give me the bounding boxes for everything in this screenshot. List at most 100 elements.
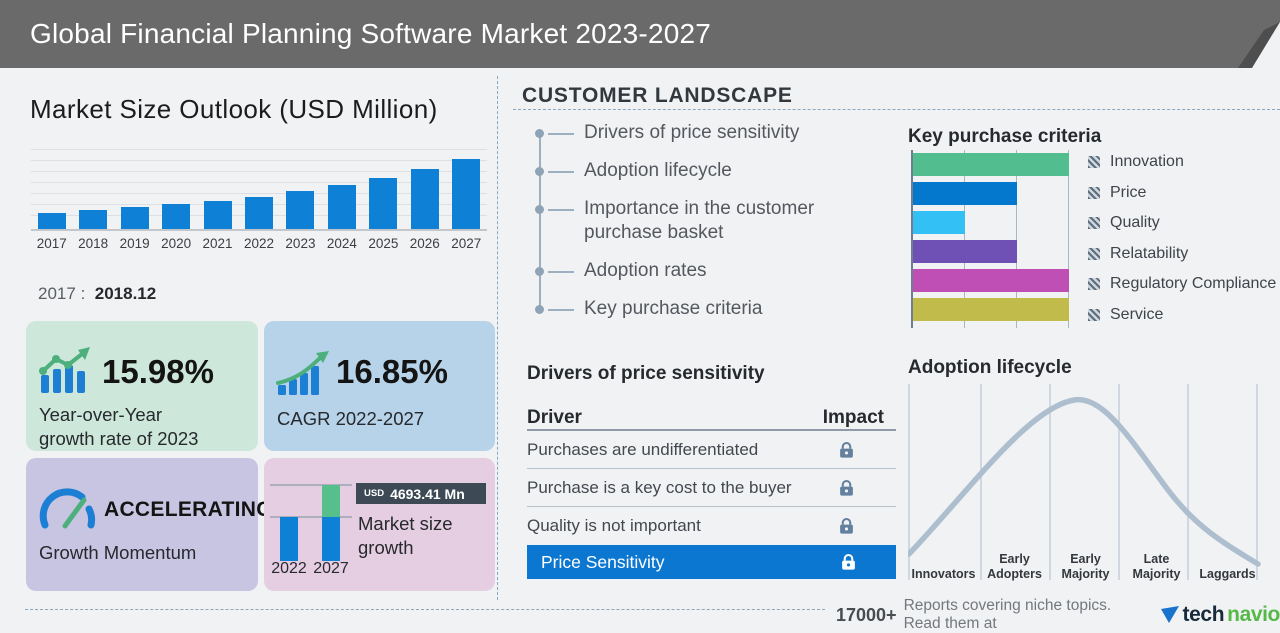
- bar-slot-2022: [238, 142, 279, 229]
- lock-icon: [840, 517, 853, 534]
- kpc-bar-innovation: [913, 153, 1069, 176]
- legend-item: Regulatory Compliance: [1088, 275, 1276, 292]
- segment-label: Laggards: [1199, 567, 1256, 581]
- bar-slot-2019: [114, 142, 155, 229]
- legend-item: Service: [1088, 306, 1276, 323]
- kpc-bar-relatability: [913, 240, 1017, 263]
- bar-2027: [452, 159, 481, 229]
- list-item: Importance in the customer purchase bask…: [535, 197, 890, 245]
- increment-value-badge: USD 4693.41 Mn: [356, 483, 486, 504]
- vertical-dashed-divider: [497, 76, 498, 600]
- bar-2026: [410, 169, 439, 229]
- cagr-label: CAGR 2022-2027: [277, 408, 425, 429]
- legend-item: Quality: [1088, 214, 1276, 231]
- market-size-chart-title: Market Size Outlook (USD Million): [30, 94, 438, 124]
- market-size-growth-label: Market size growth: [358, 513, 453, 558]
- x-axis-label: 2021: [202, 236, 233, 251]
- bar-chart-trend-icon: [39, 347, 90, 393]
- segment-label: Early Adopters: [987, 552, 1042, 581]
- kpc-legend: Innovation Price Quality Relatability Re…: [1088, 153, 1276, 337]
- table-row: Purchase is a key cost to the buyer: [527, 469, 896, 507]
- x-axis-label: 2026: [409, 236, 440, 251]
- bar-slot-2018: [72, 142, 113, 229]
- table-title: Drivers of price sensitivity: [527, 363, 765, 384]
- customer-landscape-list: Drivers of price sensitivity Adoption li…: [535, 121, 890, 335]
- kpc-bar-service: [913, 298, 1069, 321]
- x-axis-label: 2023: [285, 236, 316, 251]
- x-axis-label: 2020: [161, 236, 192, 251]
- technavio-arrow-icon: [1160, 606, 1179, 623]
- bar-slot-2021: [197, 142, 238, 229]
- report-count: 17000+: [836, 604, 897, 625]
- section-dashed-underline: [513, 109, 1280, 110]
- x-axis-label: 2022: [243, 236, 275, 251]
- bar-slot-2024: [321, 142, 362, 229]
- footer: 17000+ Reports covering niche topics. Re…: [836, 597, 1280, 633]
- hatched-swatch-icon: [1088, 186, 1100, 199]
- key-purchase-criteria-title: Key purchase criteria: [908, 126, 1102, 147]
- mini-chart-year-start: 2022: [271, 560, 307, 577]
- legend-item: Relatability: [1088, 245, 1276, 262]
- key-purchase-criteria-chart: [911, 150, 1069, 328]
- customer-landscape-title: CUSTOMER LANDSCAPE: [522, 84, 793, 107]
- legend-item: Price: [1088, 184, 1276, 201]
- legend-item: Innovation: [1088, 153, 1276, 170]
- kpc-bar-price: [913, 182, 1017, 205]
- speedometer-icon: [39, 488, 96, 529]
- table-row: Quality is not important: [527, 507, 896, 545]
- market-size-x-axis-labels: 2017 2018 2019 2020 2021 2022 2023 2024 2025 2026…: [31, 236, 487, 251]
- bar-2024: [327, 185, 356, 229]
- growth-momentum-card: ACCELERATING Growth Momentum: [26, 458, 273, 591]
- yoy-growth-value: 15.98%: [102, 353, 214, 390]
- hatched-swatch-icon: [1088, 247, 1100, 260]
- cagr-value: 16.85%: [336, 353, 448, 390]
- kpc-bar-quality: [913, 211, 965, 234]
- column-impact: Impact: [822, 407, 884, 428]
- table-row: Purchases are undifferentiated: [527, 431, 896, 469]
- bar-slot-2027: [446, 142, 487, 229]
- market-size-growth-card: 2022 2027 USD 4693.41 Mn Market size gro…: [264, 458, 495, 591]
- bar-2018: [79, 210, 108, 229]
- lock-icon: [840, 479, 853, 496]
- list-item: Drivers of price sensitivity: [535, 121, 890, 145]
- market-size-bar-chart: [31, 142, 487, 231]
- kpc-bar-regulatory-compliance: [913, 269, 1069, 292]
- bar-2025: [369, 178, 398, 229]
- bar-slot-2020: [155, 142, 196, 229]
- folded-corner-decoration: [1238, 22, 1280, 68]
- list-item: Adoption lifecycle: [535, 159, 890, 183]
- bar-slot-2026: [404, 142, 445, 229]
- column-driver: Driver: [527, 407, 582, 428]
- lock-icon: [842, 553, 855, 570]
- technavio-logo[interactable]: tech navio: [1160, 603, 1280, 627]
- yoy-growth-card: 15.98% Year-over-Year growth rate of 202…: [26, 321, 258, 451]
- footer-text: Reports covering niche topics. Read them…: [903, 597, 1112, 632]
- lock-icon: [840, 441, 853, 458]
- growth-arrow-bars-icon: [276, 351, 329, 395]
- footer-dashed-line: [25, 609, 825, 610]
- x-axis-label: 2024: [326, 236, 357, 251]
- hatched-swatch-icon: [1088, 278, 1100, 290]
- segment-label: Innovators: [911, 567, 976, 581]
- header-band: Global Financial Planning Software Marke…: [0, 0, 1280, 68]
- list-item: Adoption rates: [535, 259, 890, 283]
- drivers-of-price-sensitivity-table: Drivers of price sensitivity Driver Impa…: [527, 363, 896, 579]
- hatched-swatch-icon: [1088, 308, 1100, 321]
- market-size-bars: [31, 142, 487, 229]
- adoption-lifecycle-labels: Innovators Early Adopters Early Majority La…: [908, 540, 1264, 582]
- yoy-growth-label: Year-over-Year growth rate of 2023: [39, 404, 199, 449]
- x-axis-label: 2027: [451, 236, 482, 251]
- bar-2019: [120, 207, 149, 229]
- base-year-value: 2017 : 2018.12: [38, 284, 157, 303]
- page-title: Global Financial Planning Software Marke…: [30, 18, 712, 49]
- segment-label: Early Majority: [1061, 552, 1110, 581]
- cagr-card: 16.85% CAGR 2022-2027: [264, 321, 495, 451]
- x-axis-label: 2017: [36, 236, 67, 251]
- x-axis-label: 2019: [119, 236, 150, 251]
- bar-2020: [162, 204, 191, 229]
- bar-slot-2017: [31, 142, 72, 229]
- momentum-label: Growth Momentum: [39, 542, 197, 563]
- bar-slot-2023: [280, 142, 321, 229]
- bar-2023: [286, 191, 315, 229]
- x-axis-label: 2018: [78, 236, 109, 251]
